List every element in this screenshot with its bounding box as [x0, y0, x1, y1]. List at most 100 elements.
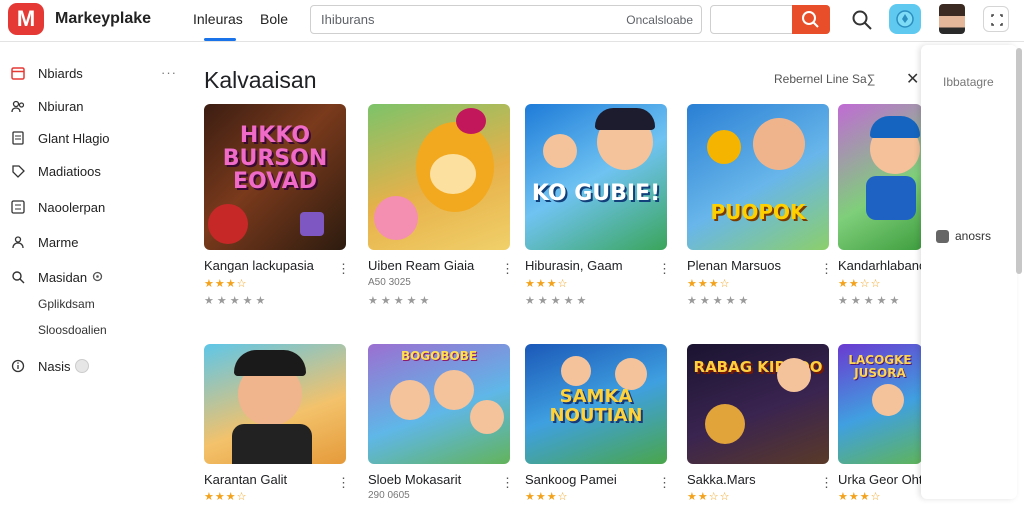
more-vert-icon[interactable]: ⋮	[337, 261, 350, 277]
search-right-text: Oncalsloabe	[626, 13, 693, 27]
game-title[interactable]: Sakka.Mars	[687, 472, 756, 487]
thumbnail-title-art: SAMKA NOUTIAN	[549, 386, 643, 426]
active-tab-indicator	[204, 38, 236, 41]
tab-bole[interactable]: Bole	[260, 11, 288, 27]
close-icon[interactable]: ✕	[906, 69, 919, 89]
game-title[interactable]: Karantan Galit	[204, 472, 287, 487]
rating-stars: ★★☆☆	[687, 491, 731, 503]
rating-stars: ★★★☆	[204, 491, 248, 503]
sidebar-item-label: Nbiards	[38, 65, 83, 81]
rating-stars: ★★★☆	[204, 278, 248, 290]
sidebar-item-madiatioos[interactable]: Madiatioos	[10, 163, 101, 179]
search-icon	[802, 11, 819, 28]
game-thumbnail[interactable]: BOGOBOBE	[368, 344, 510, 464]
game-card[interactable]: BOGOBOBE Sloeb Mokasarit ⋮ 290 0605	[368, 344, 514, 501]
search-icon[interactable]	[848, 6, 876, 34]
more-vert-icon[interactable]: ⋮	[658, 261, 671, 277]
secondary-search-field[interactable]	[710, 5, 830, 34]
game-thumbnail[interactable]: KO GUBIE!	[525, 104, 667, 250]
game-thumbnail[interactable]	[368, 104, 510, 250]
sidebar-item-nbiuran[interactable]: Nbiuran	[10, 98, 84, 114]
game-card[interactable]: HKKO BURSON EOVAD Kangan lackupasia ⋮ ★★…	[204, 104, 350, 307]
sidebar-item-label: Glant Hlagio	[38, 130, 110, 146]
calendar-icon	[10, 65, 26, 81]
sidebar-item-label: Naoolerpan	[38, 199, 106, 215]
game-thumbnail[interactable]	[838, 104, 922, 250]
app-logo[interactable]: M	[8, 3, 44, 35]
rating-stars: ★★★☆	[525, 278, 569, 290]
tab-inleuras[interactable]: Inleuras	[193, 11, 243, 27]
more-vert-icon[interactable]: ⋮	[658, 475, 671, 491]
game-meta: A50 3025	[368, 277, 411, 288]
search-input[interactable]: Ihiburans Oncalsloabe	[310, 5, 702, 34]
game-thumbnail[interactable]	[204, 344, 346, 464]
game-title[interactable]: Sankoog Pamei	[525, 472, 617, 487]
people-icon	[10, 98, 26, 114]
game-thumbnail[interactable]: LACOGKE JUSORA	[838, 344, 922, 464]
secondary-rating: ★★★★★	[687, 295, 752, 307]
game-card[interactable]: LACOGKE JUSORA Urka Geor Ohtr ★★★☆	[838, 344, 927, 503]
game-title[interactable]: Urka Geor Ohtr	[838, 472, 927, 487]
sort-filter-control[interactable]: Rebernel Line Sa∑	[774, 72, 875, 86]
rating-stars: ★★☆☆	[838, 278, 882, 290]
game-thumbnail[interactable]: PUOPOK	[687, 104, 829, 250]
more-vert-icon[interactable]: ⋮	[501, 475, 514, 491]
more-vert-icon[interactable]: ⋮	[337, 475, 350, 491]
search-button[interactable]	[792, 5, 830, 34]
rating-stars: ★★★☆	[525, 491, 569, 503]
sidebar-item-label: Nasis	[38, 358, 71, 374]
thumbnail-title-art: LACOGKE JUSORA	[848, 353, 912, 380]
list-icon	[10, 199, 26, 215]
more-vert-icon[interactable]: ⋮	[820, 475, 833, 491]
sidebar-item-marme[interactable]: Marme	[10, 234, 78, 250]
game-thumbnail[interactable]: RABAG KIRKOO	[687, 344, 829, 464]
game-card[interactable]: PUOPOK Plenan Marsuos ⋮ ★★★☆ ★★★★★	[687, 104, 833, 307]
sidebar-item-label: Madiatioos	[38, 163, 101, 179]
panel-item-label: anosrs	[955, 229, 992, 243]
assistant-icon[interactable]	[889, 4, 921, 34]
sidebar-item-naoolerpan[interactable]: Naoolerpan	[10, 199, 105, 215]
rating-stars: ★★★☆	[687, 278, 731, 290]
game-card[interactable]: KO GUBIE! Hiburasin, Gaam ⋮ ★★★☆ ★★★★★	[525, 104, 671, 307]
sidebar-item-label: Masidan	[38, 269, 88, 285]
game-title[interactable]: Uiben Ream Giaia	[368, 258, 474, 273]
game-title[interactable]: Kandarhlabanc	[838, 258, 925, 273]
sidebar-subitem[interactable]: Sloosdoalien	[38, 323, 107, 337]
group-icon	[10, 234, 26, 250]
game-card[interactable]: Uiben Ream Giaia ⋮ A50 3025 ★★★★★	[368, 104, 514, 307]
sidebar-item-label: Marme	[38, 234, 79, 250]
panel-item[interactable]: anosrs	[936, 229, 991, 243]
sidebar-item-glant-hlagio[interactable]: Glant Hlagio	[10, 130, 110, 146]
more-icon[interactable]: ···	[161, 65, 177, 80]
expand-icon[interactable]	[983, 6, 1009, 32]
scrollbar[interactable]	[1016, 48, 1022, 274]
secondary-rating: ★★★★★	[838, 295, 903, 307]
game-title[interactable]: Kangan lackupasia	[204, 258, 314, 273]
sidebar-subitem[interactable]: Gplikdsam	[38, 297, 95, 311]
game-title[interactable]: Plenan Marsuos	[687, 258, 781, 273]
game-card[interactable]: Karantan Galit ⋮ ★★★☆	[204, 344, 350, 503]
checkbox-icon[interactable]	[936, 229, 949, 243]
sidebar-item-nbiards[interactable]: Nbiards	[10, 65, 83, 81]
game-card[interactable]: Kandarhlabanc ★★☆☆ ★★★★★	[838, 104, 925, 307]
sidebar: Nbiards ··· Nbiuran Glant Hlagio Madiati…	[0, 42, 190, 512]
rating-stars: ★★★☆	[838, 491, 882, 503]
game-card[interactable]: SAMKA NOUTIAN Sankoog Pamei ⋮ ★★★☆	[525, 344, 671, 503]
sidebar-item-nasis[interactable]: Nasis	[10, 358, 89, 374]
search-icon	[10, 269, 26, 285]
secondary-rating: ★★★★★	[368, 295, 433, 307]
game-title[interactable]: Hiburasin, Gaam	[525, 258, 623, 273]
game-card[interactable]: RABAG KIRKOO Sakka.Mars ⋮ ★★☆☆	[687, 344, 833, 503]
sidebar-item-masidan[interactable]: Masidan	[10, 269, 103, 285]
game-thumbnail[interactable]: HKKO BURSON EOVAD	[204, 104, 346, 250]
more-vert-icon[interactable]: ⋮	[820, 261, 833, 277]
info-icon	[10, 358, 26, 374]
game-title[interactable]: Sloeb Mokasarit	[368, 472, 461, 487]
game-thumbnail[interactable]: SAMKA NOUTIAN	[525, 344, 667, 464]
more-vert-icon[interactable]: ⋮	[501, 261, 514, 277]
avatar[interactable]	[939, 4, 965, 34]
search-placeholder: Ihiburans	[321, 12, 375, 27]
secondary-rating: ★★★★★	[204, 295, 269, 307]
settings-icon	[92, 270, 103, 285]
secondary-rating: ★★★★★	[525, 295, 590, 307]
